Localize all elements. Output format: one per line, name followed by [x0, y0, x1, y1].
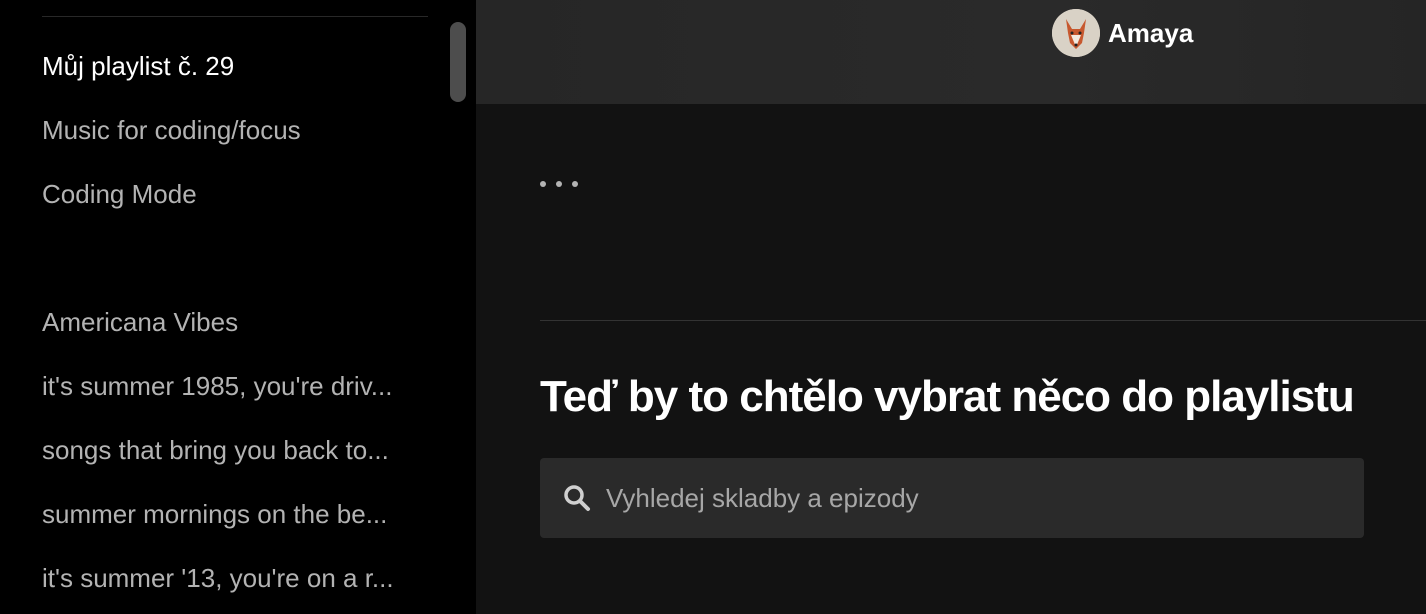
sidebar-playlist-item[interactable]: Coding Mode — [42, 178, 428, 210]
more-options-button[interactable] — [540, 166, 604, 202]
sidebar-scrollbar-thumb[interactable] — [450, 22, 466, 102]
search-icon — [564, 485, 590, 511]
search-box[interactable] — [540, 458, 1364, 538]
sidebar: Můj playlist č. 29 Music for coding/focu… — [0, 0, 476, 614]
ellipsis-icon-dot — [572, 181, 578, 187]
user-menu-button[interactable]: Amaya — [1052, 8, 1193, 58]
fox-avatar-icon — [1052, 9, 1100, 57]
username: Amaya — [1108, 17, 1194, 48]
section-title: Teď by to chtělo vybrat něco do playlist… — [540, 372, 1355, 421]
top-bar: Amaya — [476, 0, 1426, 104]
ellipsis-icon-dot — [556, 181, 562, 187]
sidebar-playlist-item[interactable]: Americana Vibes — [42, 306, 428, 338]
sidebar-playlist-item[interactable]: Můj playlist č. 29 — [42, 50, 428, 82]
sidebar-divider — [42, 16, 428, 17]
section-divider — [540, 320, 1426, 321]
sidebar-playlist-item[interactable]: it's summer '13, you're on a r... — [42, 562, 428, 594]
ellipsis-icon-dot — [540, 181, 546, 187]
sidebar-playlist-item[interactable]: Music for coding/focus — [42, 114, 428, 146]
sidebar-playlist-item[interactable]: songs that bring you back to... — [42, 434, 428, 466]
main-view: Amaya Teď by to chtělo vybrat něco do pl… — [476, 0, 1426, 614]
sidebar-playlist-item[interactable]: summer mornings on the be... — [42, 498, 428, 530]
sidebar-playlist-item[interactable]: it's summer 1985, you're driv... — [42, 370, 428, 402]
search-input[interactable] — [604, 467, 1364, 529]
